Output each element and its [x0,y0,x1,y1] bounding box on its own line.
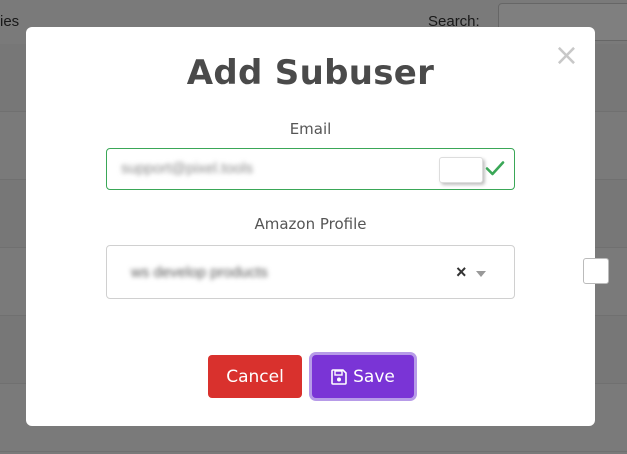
amazon-profile-select[interactable]: ws develop products × [106,245,515,299]
email-value: support@pixel.tools [121,160,253,177]
clear-icon[interactable]: × [456,262,467,283]
background-checkbox[interactable] [583,258,609,284]
email-label: Email [289,120,332,138]
check-icon [485,161,505,176]
chevron-down-icon[interactable] [476,271,486,277]
email-field[interactable]: support@pixel.tools [106,148,515,190]
cancel-button[interactable]: Cancel [208,355,302,398]
save-button[interactable]: Save [312,355,414,398]
cancel-button-label: Cancel [226,366,284,387]
floppy-disk-icon [331,368,347,385]
modal-title: Add Subuser [186,53,435,93]
amazon-profile-value: ws develop products [131,264,268,281]
amazon-profile-label: Amazon Profile [254,215,367,233]
add-subuser-modal: × Add Subuser Email support@pixel.tools … [26,27,595,426]
autofill-icon[interactable] [439,157,483,183]
save-button-label: Save [353,366,395,387]
